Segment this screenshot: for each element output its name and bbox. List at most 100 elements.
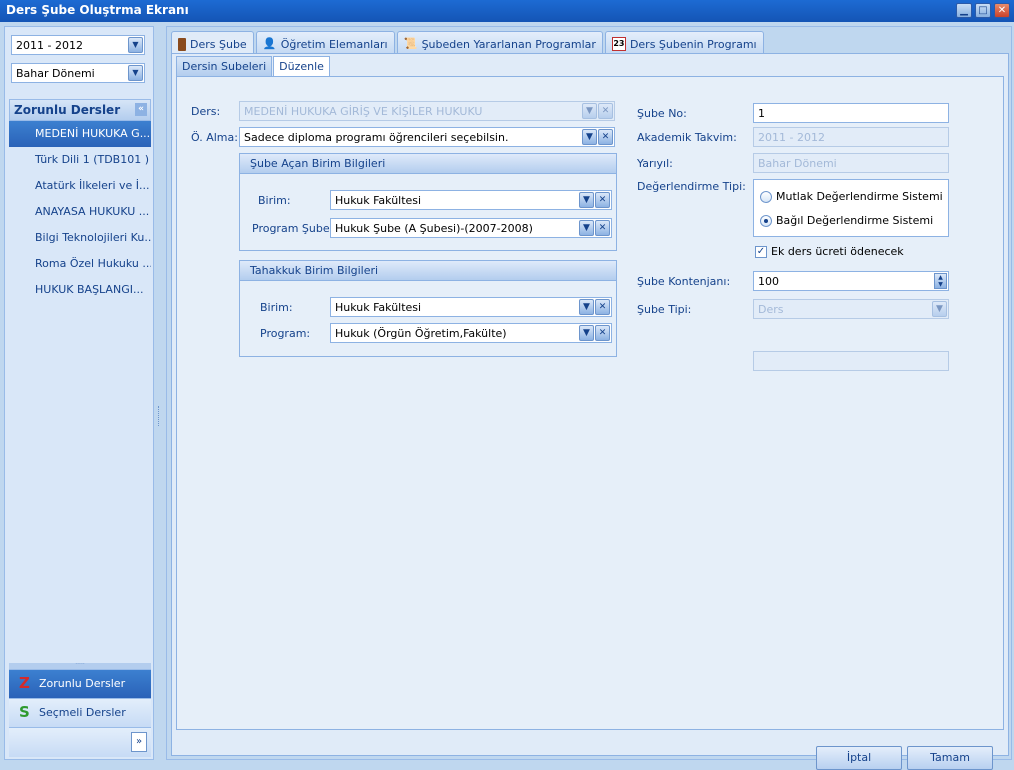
ders-value: MEDENİ HUKUKA GİRİŞ VE KİŞİLER HUKUKU: [244, 105, 483, 118]
tab-content: Dersin Subeleri Düzenle Ders: MEDENİ HUK…: [171, 53, 1009, 770]
clear-icon[interactable]: ✕: [595, 220, 610, 236]
person-icon: 👤: [262, 37, 277, 50]
tab-sube-programi[interactable]: 23 Ders Şubenin Programı: [604, 31, 764, 53]
chevron-down-icon[interactable]: ▼: [579, 325, 594, 341]
group-title: Tahakkuk Birim Bilgileri: [240, 261, 616, 281]
clear-icon[interactable]: ✕: [598, 129, 613, 145]
birim-label: Birim:: [258, 194, 291, 207]
chevron-down-icon: ▼: [932, 301, 947, 317]
akademik-field: 2011 - 2012: [753, 127, 949, 147]
main-tabs: Ders Şube 👤 Öğretim Elemanları 📜 Şubeden…: [171, 31, 764, 53]
tab-label: Ders Şubenin Programı: [629, 37, 757, 51]
list-item[interactable]: MEDENİ HUKUKA G...: [9, 121, 151, 147]
edit-panel: Ders: MEDENİ HUKUKA GİRİŞ VE KİŞİLER HUK…: [176, 76, 1004, 730]
radio-bagil[interactable]: Bağıl Değerlendirme Sistemi: [760, 214, 933, 227]
tab-ogretim-elemanlari[interactable]: 👤 Öğretim Elemanları: [255, 31, 395, 53]
subtab-duzenle[interactable]: Düzenle: [273, 56, 330, 76]
expand-more-icon[interactable]: »: [131, 732, 147, 752]
oalma-value: Sadece diploma programı öğrencileri seçe…: [244, 131, 509, 144]
radio-bagil-label: Bağıl Değerlendirme Sistemi: [776, 214, 934, 227]
ders-select: MEDENİ HUKUKA GİRİŞ VE KİŞİLER HUKUKU ▼ …: [239, 101, 615, 121]
program-sube-value: Hukuk Şube (A Şubesi)-(2007-2008): [335, 222, 533, 235]
tab-label: Şubeden Yararlanan Programlar: [421, 37, 596, 51]
akademik-value: 2011 - 2012: [758, 131, 825, 144]
year-select[interactable]: 2011 - 2012 ▼: [11, 35, 145, 55]
tab-label: Ders Şube: [190, 37, 247, 51]
birim2-value: Hukuk Fakültesi: [335, 301, 422, 314]
left-panel: 2011 - 2012 ▼ Bahar Dönemi ▼ Zorunlu Der…: [4, 26, 154, 760]
subtab-dersin-subeleri[interactable]: Dersin Subeleri: [176, 56, 273, 76]
birim2-select[interactable]: Hukuk Fakültesi ▼ ✕: [330, 297, 612, 317]
year-select-value: 2011 - 2012: [16, 39, 83, 52]
tab-ders-sube[interactable]: Ders Şube: [171, 31, 254, 53]
list-item[interactable]: HUKUK BAŞLANGI...: [9, 277, 151, 303]
chevron-down-icon[interactable]: ▼: [128, 65, 143, 81]
radio-button[interactable]: [760, 214, 772, 227]
group-title: Şube Açan Birim Bilgileri: [240, 154, 616, 174]
tahakkuk-birim-group: Tahakkuk Birim Bilgileri Birim: Hukuk Fa…: [239, 260, 617, 357]
yariyil-label: Yarıyıl:: [637, 157, 673, 170]
birim-value: Hukuk Fakültesi: [335, 194, 422, 207]
clear-icon[interactable]: ✕: [595, 325, 610, 341]
sube-tipi-value: Ders: [758, 303, 784, 316]
window-titlebar: Ders Şube Oluştrma Ekranı ▁ □ ✕: [0, 0, 1014, 22]
checkbox-checked-icon[interactable]: ✓: [755, 245, 767, 258]
calendar-icon: 23: [611, 37, 626, 51]
akademik-label: Akademik Takvim:: [637, 131, 737, 144]
kontenjan-label: Şube Kontenjanı:: [637, 275, 731, 288]
chevron-down-icon[interactable]: ▼: [582, 129, 597, 145]
close-icon[interactable]: ✕: [994, 3, 1010, 18]
z-icon: Z: [19, 674, 30, 692]
oalma-label: Ö. Alma:: [191, 131, 238, 144]
list-item[interactable]: ANAYASA HUKUKU ...: [9, 199, 151, 225]
spinner-arrows-icon[interactable]: ▲ ▼: [934, 273, 947, 289]
ok-button[interactable]: Tamam: [907, 746, 993, 770]
birim-select[interactable]: Hukuk Fakültesi ▼ ✕: [330, 190, 612, 210]
term-select[interactable]: Bahar Dönemi ▼: [11, 63, 145, 83]
birim2-label: Birim:: [260, 301, 293, 314]
chevron-down-icon[interactable]: ▼: [579, 299, 594, 315]
program-select[interactable]: Hukuk (Örgün Öğretim,Fakülte) ▼ ✕: [330, 323, 612, 343]
nav-secmeli-label: Seçmeli Dersler: [39, 706, 126, 719]
chevron-down-icon[interactable]: ▼: [128, 37, 143, 53]
program-sube-select[interactable]: Hukuk Şube (A Şubesi)-(2007-2008) ▼ ✕: [330, 218, 612, 238]
window-title: Ders Şube Oluştrma Ekranı: [6, 3, 189, 17]
main-area: Ders Şube 👤 Öğretim Elemanları 📜 Şubeden…: [166, 26, 1012, 770]
clear-icon: ✕: [598, 103, 613, 119]
oalma-select[interactable]: Sadece diploma programı öğrencileri seçe…: [239, 127, 615, 147]
radio-button[interactable]: [760, 190, 772, 203]
clear-icon[interactable]: ✕: [595, 299, 610, 315]
list-item[interactable]: Bilgi Teknolojileri Ku...: [9, 225, 151, 251]
kontenjan-spinner[interactable]: 100 ▲ ▼: [753, 271, 949, 291]
list-item[interactable]: Roma Özel Hukuku ...: [9, 251, 151, 277]
degerlendirme-radio-group: Mutlak Değerlendirme Sistemi Bağıl Değer…: [753, 179, 949, 237]
s-icon: S: [19, 703, 30, 721]
minimize-icon[interactable]: ▁: [956, 3, 972, 18]
sube-tipi-label: Şube Tipi:: [637, 303, 692, 316]
radio-mutlak[interactable]: Mutlak Değerlendirme Sistemi: [760, 190, 943, 203]
chevron-down-icon: ▼: [582, 103, 597, 119]
nav-secmeli-dersler[interactable]: S Seçmeli Dersler: [9, 698, 151, 727]
maximize-icon[interactable]: □: [975, 3, 991, 18]
sube-acan-birim-group: Şube Açan Birim Bilgileri Birim: Hukuk F…: [239, 153, 617, 251]
cancel-button[interactable]: İptal: [816, 746, 902, 770]
chevron-down-icon[interactable]: ▼: [579, 220, 594, 236]
clear-icon[interactable]: ✕: [595, 192, 610, 208]
program-value: Hukuk (Örgün Öğretim,Fakülte): [335, 327, 507, 340]
nav-section-header: Zorunlu Dersler «: [9, 99, 151, 121]
list-item[interactable]: Atatürk İlkeleri ve İ...: [9, 173, 151, 199]
tab-yararlanan-programlar[interactable]: 📜 Şubeden Yararlanan Programlar: [396, 31, 603, 53]
vertical-splitter[interactable]: [156, 26, 164, 760]
radio-mutlak-label: Mutlak Değerlendirme Sistemi: [776, 190, 943, 203]
sube-no-field[interactable]: 1: [753, 103, 949, 123]
ek-ders-checkbox[interactable]: ✓ Ek ders ücreti ödenecek: [755, 245, 904, 258]
collapse-icon[interactable]: «: [135, 103, 147, 116]
nav-zorunlu-dersler[interactable]: Z Zorunlu Dersler: [9, 669, 151, 698]
ek-ders-label: Ek ders ücreti ödenecek: [771, 245, 904, 258]
list-item[interactable]: Türk Dili 1 (TDB101 ): [9, 147, 151, 173]
yariyil-field: Bahar Dönemi: [753, 153, 949, 173]
chevron-down-icon[interactable]: ▼: [579, 192, 594, 208]
scroll-icon: 📜: [403, 37, 418, 50]
sub-tabs: Dersin Subeleri Düzenle: [176, 56, 330, 76]
sube-no-value: 1: [758, 107, 765, 120]
